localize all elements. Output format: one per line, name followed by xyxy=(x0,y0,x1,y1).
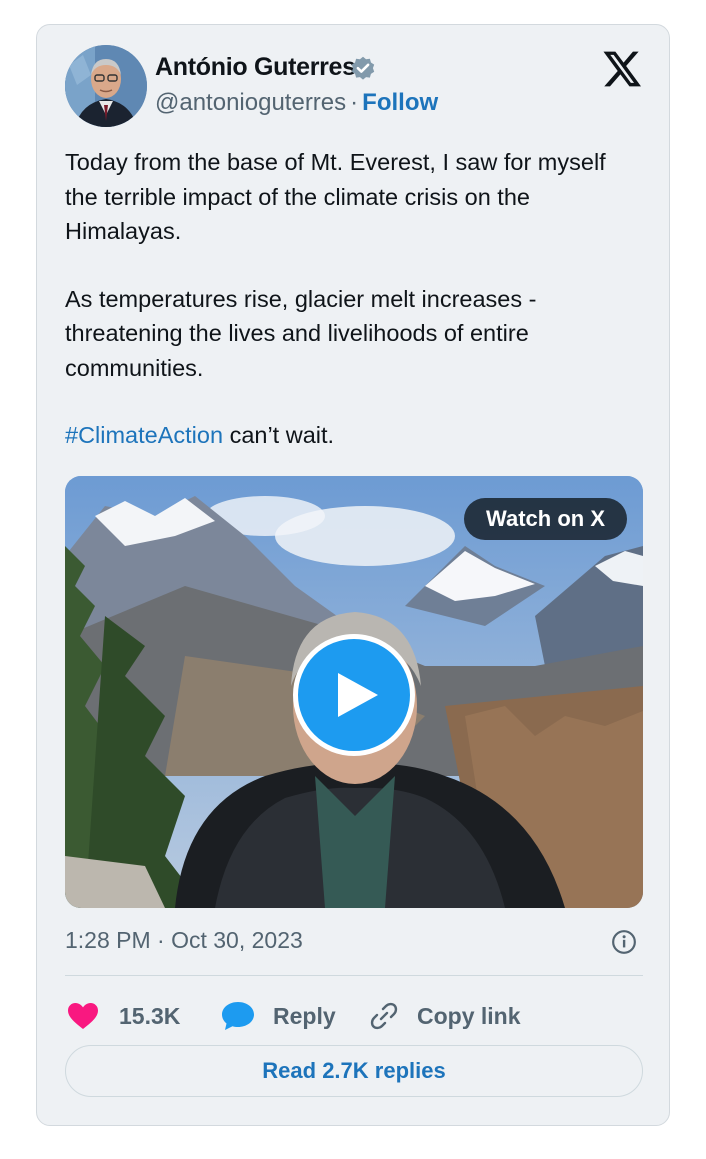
tweet-closing-line: #ClimateAction can’t wait. xyxy=(65,418,635,453)
heart-icon xyxy=(68,1003,98,1029)
tweet-paragraph: Today from the base of Mt. Everest, I sa… xyxy=(65,149,606,244)
author-name[interactable]: António Guterres xyxy=(155,53,356,82)
play-button[interactable] xyxy=(293,634,415,756)
tweet-embed-card: António Guterres @antonioguterres · Follow… xyxy=(36,24,670,1126)
author-handle[interactable]: @antonioguterres xyxy=(155,89,346,116)
like-count: 15.3K xyxy=(119,1002,181,1029)
tweet-closing-text: can’t wait. xyxy=(223,422,335,448)
hashtag-link[interactable]: #ClimateAction xyxy=(65,422,223,448)
reply-label: Reply xyxy=(273,1002,336,1029)
divider xyxy=(65,975,643,976)
handle-separator: · xyxy=(350,89,359,116)
like-button[interactable]: 15.3K xyxy=(67,991,180,1041)
verified-badge-icon xyxy=(351,56,375,80)
copy-link-label: Copy link xyxy=(417,1002,521,1029)
reply-bubble-icon xyxy=(222,1002,254,1030)
tweet-paragraph: As temperatures rise, glacier melt incre… xyxy=(65,285,537,381)
author-handle-row: @antonioguterres · Follow xyxy=(155,89,438,117)
info-icon[interactable] xyxy=(611,929,637,955)
tweet-timestamp[interactable]: 1:28 PM · Oct 30, 2023 xyxy=(65,927,303,954)
play-icon xyxy=(338,673,378,717)
video-media[interactable]: Watch on X xyxy=(65,476,643,908)
link-icon xyxy=(370,1002,398,1030)
follow-button[interactable]: Follow xyxy=(362,89,438,116)
reply-button[interactable]: Reply xyxy=(221,991,336,1041)
action-bar: 15.3K Reply Copy link xyxy=(65,991,643,1041)
tweet-text: Today from the base of Mt. Everest, I sa… xyxy=(65,145,635,486)
author-avatar[interactable] xyxy=(65,45,147,127)
copy-link-button[interactable]: Copy link xyxy=(369,991,521,1041)
x-logo-icon[interactable] xyxy=(603,51,641,87)
read-replies-button[interactable]: Read 2.7K replies xyxy=(65,1045,643,1097)
watch-on-x-button[interactable]: Watch on X xyxy=(464,498,627,540)
